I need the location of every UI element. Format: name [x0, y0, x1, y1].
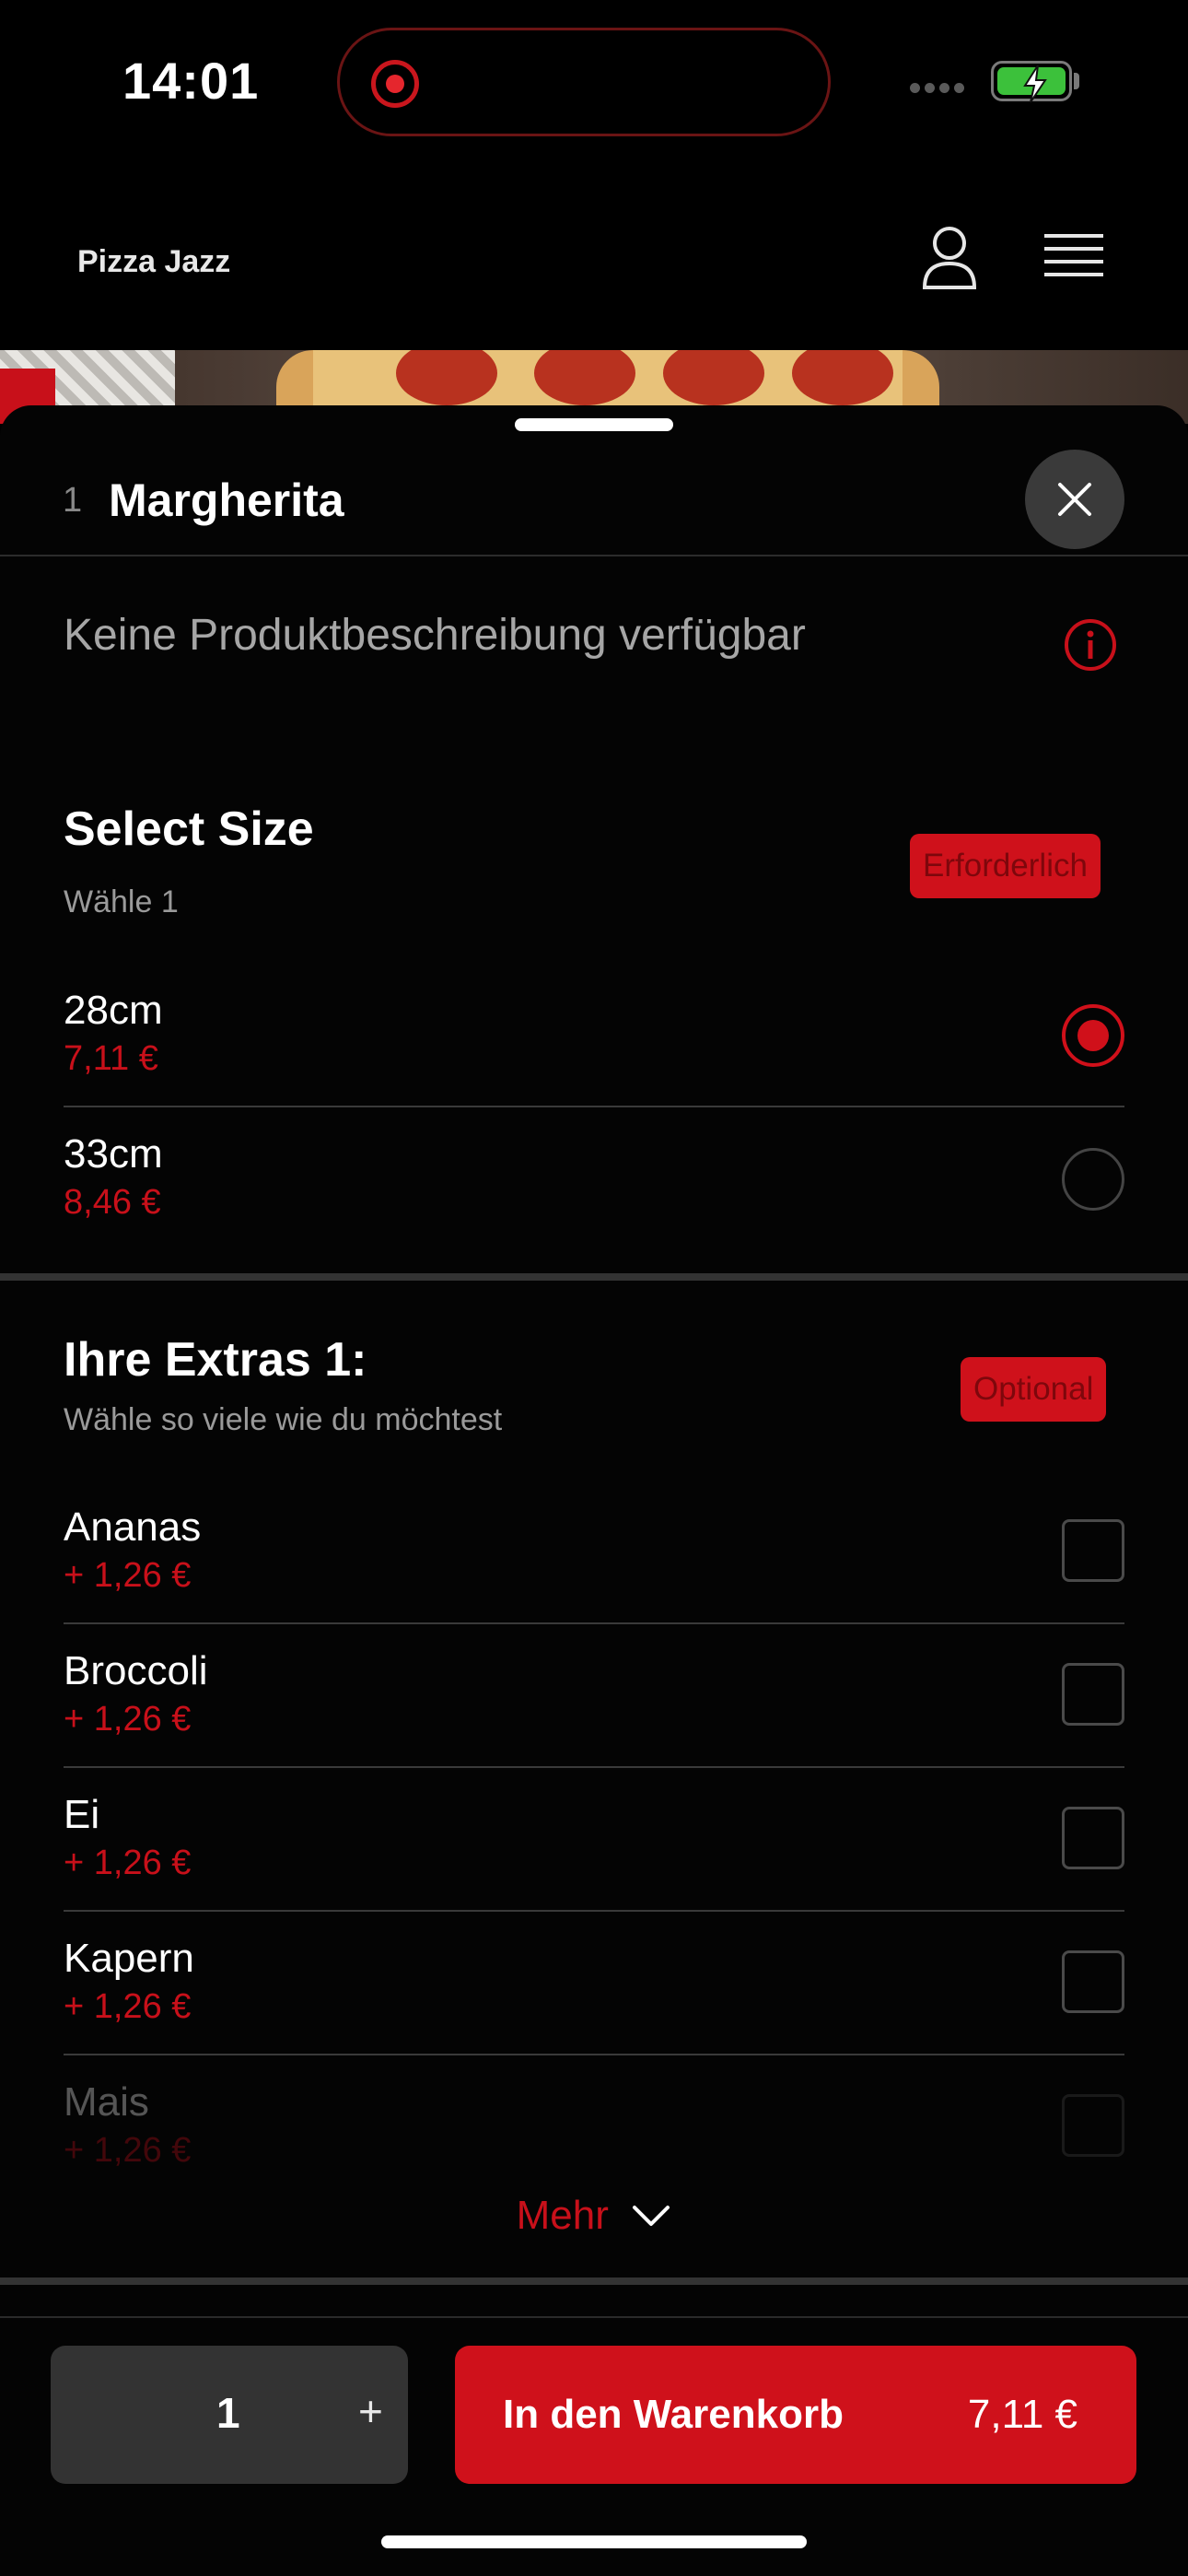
home-indicator[interactable] [381, 2535, 807, 2548]
show-more-button[interactable]: Mehr [0, 2193, 1188, 2257]
option-price: + 1,26 € [64, 1700, 192, 1739]
extra-option-broccoli[interactable]: Broccoli + 1,26 € [64, 1624, 1124, 1768]
battery-icon [991, 61, 1072, 103]
product-sheet: 1 Margherita Keine Produktbeschreibung v… [0, 405, 1188, 2576]
increment-button[interactable]: + [358, 2386, 383, 2436]
option-name: Mais [64, 2079, 149, 2125]
close-icon [1058, 483, 1091, 516]
checkbox[interactable] [1062, 1807, 1124, 1869]
option-price: + 1,26 € [64, 1844, 192, 1882]
status-time: 14:01 [122, 52, 260, 110]
option-name: Kapern [64, 1936, 194, 1981]
extra-option-kapern[interactable]: Kapern + 1,26 € [64, 1912, 1124, 2055]
option-price: 7,11 € [64, 1039, 158, 1078]
required-badge: Erforderlich [910, 834, 1101, 898]
product-title: Margherita [109, 474, 344, 526]
radio-button[interactable] [1062, 1148, 1124, 1211]
size-option-33cm[interactable]: 33cm 8,46 € [64, 1107, 1124, 1251]
menu-icon[interactable] [1044, 230, 1103, 286]
checkbox[interactable] [1062, 1519, 1124, 1582]
cart-total-price: 7,11 € [967, 2392, 1077, 2437]
show-more-label: Mehr [516, 2193, 609, 2238]
section-divider [0, 2277, 1188, 2285]
option-name: 33cm [64, 1131, 163, 1177]
add-to-cart-button[interactable]: In den Warenkorb 7,11 € [455, 2346, 1136, 2484]
option-name: Broccoli [64, 1648, 208, 1693]
charging-bolt-icon [1023, 64, 1047, 103]
extras-section-title: Ihre Extras 1: [64, 1333, 367, 1387]
quantity-value: 1 [216, 2389, 240, 2437]
extra-option-ananas[interactable]: Ananas + 1,26 € [64, 1481, 1124, 1624]
option-name: Ananas [64, 1505, 202, 1550]
quantity-stepper[interactable]: 1 + [51, 2346, 408, 2484]
add-to-cart-label: In den Warenkorb [503, 2392, 844, 2437]
close-button[interactable] [1025, 450, 1124, 549]
chevron-down-icon [633, 2206, 670, 2226]
option-price: + 1,26 € [64, 2131, 192, 2166]
quantity-prefix: 1 [63, 481, 83, 520]
app-header: Pizza Jazz [0, 212, 1188, 350]
extra-option-mais[interactable]: Mais + 1,26 € [64, 2055, 1124, 2166]
signal-icon [910, 81, 973, 94]
option-price: 8,46 € [64, 1183, 161, 1222]
user-icon[interactable] [921, 225, 978, 291]
dynamic-island [337, 28, 831, 136]
section-divider [0, 1273, 1188, 1281]
option-price: + 1,26 € [64, 1556, 192, 1595]
size-section-subtitle: Wähle 1 [64, 884, 179, 919]
product-description: Keine Produktbeschreibung verfügbar [64, 611, 806, 660]
option-name: 28cm [64, 988, 163, 1033]
option-name: Ei [64, 1792, 100, 1837]
brand-logo[interactable]: Pizza Jazz [77, 244, 230, 280]
recording-indicator-icon [371, 60, 419, 108]
checkbox[interactable] [1062, 1950, 1124, 2013]
status-bar: 14:01 [0, 0, 1188, 166]
option-price: + 1,26 € [64, 1987, 192, 2026]
extra-option-ei[interactable]: Ei + 1,26 € [64, 1768, 1124, 1912]
sheet-grabber[interactable] [515, 418, 673, 431]
extras-section-subtitle: Wähle so viele wie du möchtest [64, 1402, 503, 1437]
title-row: 1 Margherita [0, 442, 1188, 556]
optional-badge: Optional [961, 1357, 1107, 1422]
checkbox[interactable] [1062, 2094, 1124, 2157]
size-option-28cm[interactable]: 28cm 7,11 € [64, 964, 1124, 1107]
radio-button-selected[interactable] [1062, 1004, 1124, 1067]
checkbox[interactable] [1062, 1663, 1124, 1726]
info-icon[interactable] [1063, 617, 1118, 673]
size-section-title: Select Size [64, 802, 314, 856]
